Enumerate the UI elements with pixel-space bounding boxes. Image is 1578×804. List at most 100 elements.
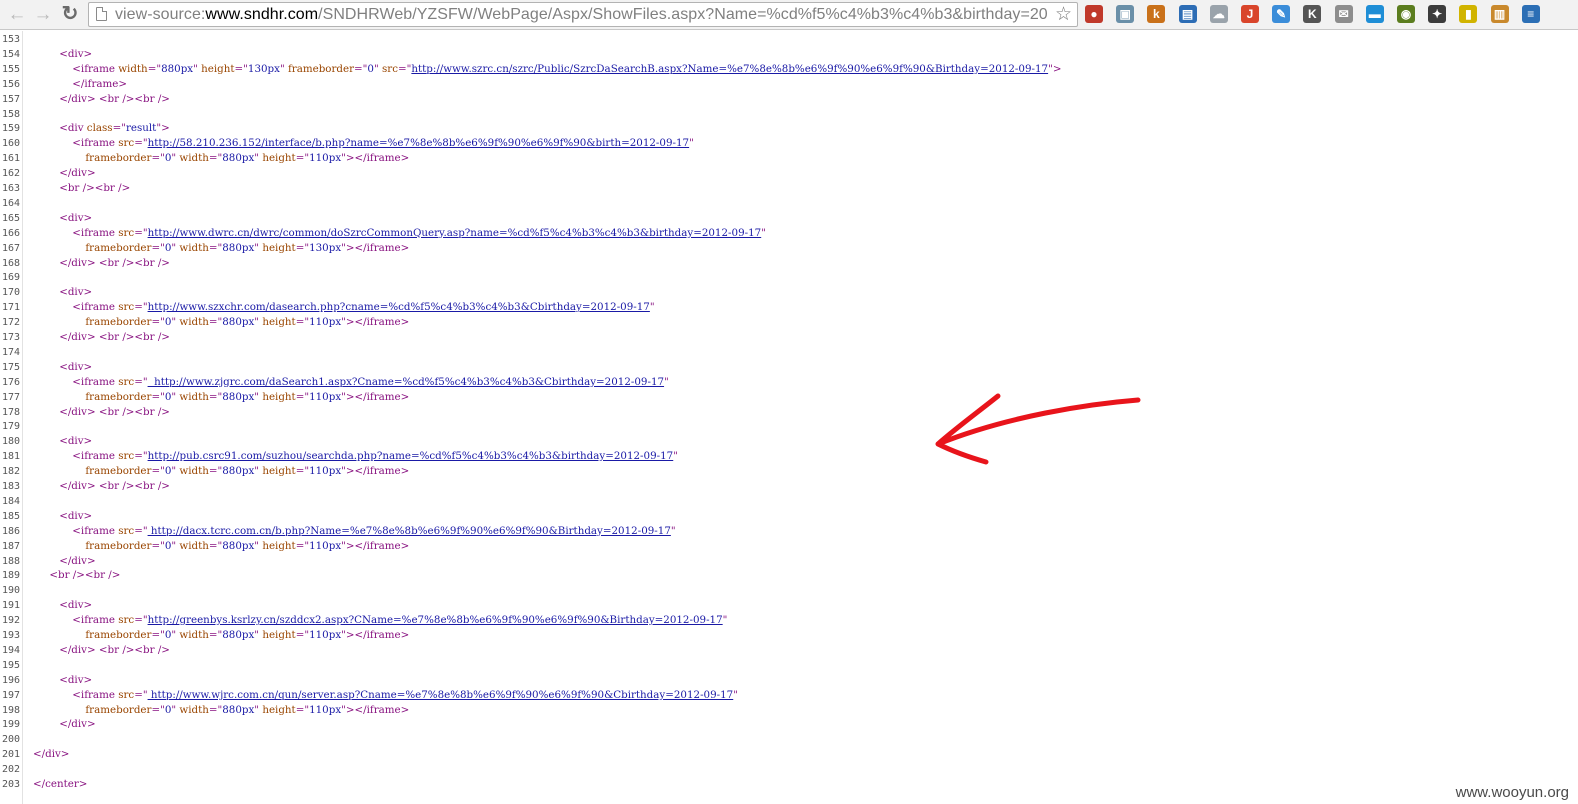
line-code: <iframe src="http://greenbys.ksrlzy.cn/s… bbox=[33, 613, 727, 628]
card-extension-icon[interactable]: ▬ bbox=[1365, 5, 1384, 23]
html-tag-token: </iframe> bbox=[354, 152, 410, 165]
line-code: <div> bbox=[33, 673, 92, 688]
screen-capture-icon[interactable]: ▤ bbox=[1178, 5, 1197, 23]
html-tag-token: "> bbox=[156, 122, 170, 135]
line-code: <div> bbox=[33, 434, 92, 449]
line-number: 200 bbox=[1, 734, 20, 746]
chrome-menu-icon[interactable]: ≡ bbox=[1521, 5, 1540, 23]
forward-button[interactable]: → bbox=[32, 3, 54, 25]
line-number: 178 bbox=[1, 406, 20, 418]
line-code: <div> bbox=[33, 598, 92, 613]
tablet-extension-icon[interactable]: ▣ bbox=[1116, 5, 1135, 23]
usb-extension-icon[interactable]: ▮ bbox=[1459, 5, 1478, 23]
html-tag-token: </iframe> bbox=[354, 539, 410, 552]
evernote-icon[interactable]: ✦ bbox=[1428, 5, 1447, 23]
html-tag-token: " bbox=[279, 62, 288, 75]
line-code: </div> <br /><br /> bbox=[33, 479, 170, 494]
page-icon bbox=[96, 7, 107, 21]
attribute-name-token: height bbox=[262, 316, 296, 329]
attribute-value-token: 880px bbox=[222, 390, 255, 403]
html-tag-token: " bbox=[664, 375, 669, 388]
html-tag-token: =" bbox=[295, 316, 310, 329]
source-link[interactable]: http://greenbys.ksrlzy.cn/szddcx2.aspx?C… bbox=[148, 614, 723, 626]
line-number: 175 bbox=[1, 361, 20, 373]
reload-button[interactable]: ↻ bbox=[59, 3, 81, 25]
source-link[interactable]: http://www.wjrc.com.cn/qun/server.asp?Cn… bbox=[148, 689, 733, 701]
source-link[interactable]: http://www.zjgrc.com/daSearch1.aspx?Cnam… bbox=[148, 376, 664, 388]
attribute-name-token: width bbox=[118, 62, 148, 75]
line-number: 174 bbox=[1, 346, 20, 358]
line-code: <iframe src=" http://www.zjgrc.com/daSea… bbox=[33, 375, 669, 390]
attribute-name-token: width bbox=[179, 465, 209, 478]
attribute-name-token: frameborder bbox=[85, 465, 152, 478]
line-code: <div> bbox=[33, 211, 92, 226]
source-link[interactable]: http://pub.csrc91.com/suzhou/searchda.ph… bbox=[148, 450, 674, 462]
jsonview-icon[interactable]: ☁ bbox=[1209, 5, 1228, 23]
source-link[interactable]: http://www.szxchr.com/dasearch.php?cname… bbox=[148, 301, 650, 313]
line-code: frameborder="0" width="880px" height="11… bbox=[33, 628, 409, 643]
j-extension-icon[interactable]: J bbox=[1241, 5, 1259, 23]
attribute-value-token: 110px bbox=[309, 152, 342, 165]
attribute-value-token: 110px bbox=[309, 390, 342, 403]
html-tag-token: "> bbox=[341, 703, 355, 716]
html-tag-token: =" bbox=[234, 62, 248, 75]
k-extension-icon[interactable]: k bbox=[1147, 5, 1166, 23]
k-dark-extension-icon[interactable]: K bbox=[1303, 5, 1322, 23]
address-url[interactable]: view-source:www.sndhr.com/SNDHRWeb/YZSFW… bbox=[115, 6, 1048, 24]
line-number: 167 bbox=[1, 242, 20, 254]
html-tag-token: =" bbox=[112, 122, 126, 135]
html-tag-token: "> bbox=[341, 316, 355, 329]
line-code: <iframe src="http://58.210.236.152/inter… bbox=[33, 136, 694, 151]
html-tag-token: =" bbox=[134, 450, 148, 463]
attribute-name-token: frameborder bbox=[85, 316, 152, 329]
line-code: </div> bbox=[33, 747, 69, 762]
attribute-value-token: 110px bbox=[309, 465, 342, 478]
line-number: 153 bbox=[1, 34, 20, 45]
attribute-name-token: width bbox=[179, 152, 209, 165]
html-tag-token: "> bbox=[341, 465, 355, 478]
attribute-value-token: 880px bbox=[222, 316, 255, 329]
url-prefix: view-source: bbox=[115, 6, 206, 23]
line-code: <iframe src=" http://dacx.tcrc.com.cn/b.… bbox=[33, 524, 675, 539]
line-number: 158 bbox=[1, 108, 20, 120]
line-number: 162 bbox=[1, 168, 20, 180]
source-link[interactable]: http://www.dwrc.cn/dwrc/common/doSzrcCom… bbox=[148, 227, 762, 239]
html-tag-token: <br /> bbox=[49, 569, 85, 582]
attribute-value-token: result bbox=[125, 122, 157, 135]
html-tag-token: <br /> bbox=[134, 256, 170, 269]
map-pin-icon[interactable]: ● bbox=[1085, 5, 1103, 23]
owl-extension-icon[interactable]: ◉ bbox=[1397, 5, 1415, 23]
attribute-name-token: src bbox=[118, 450, 135, 463]
source-link[interactable]: http://dacx.tcrc.com.cn/b.php?Name=%e7%8… bbox=[148, 525, 671, 537]
line-number: 201 bbox=[1, 749, 20, 761]
source-link[interactable]: http://www.szrc.cn/szrc/Public/SzrcDaSea… bbox=[411, 63, 1048, 75]
bookmark-star-icon[interactable]: ☆ bbox=[1055, 3, 1072, 26]
attribute-name-token: frameborder bbox=[85, 152, 152, 165]
back-button[interactable]: ← bbox=[6, 3, 28, 25]
html-tag-token: </iframe> bbox=[354, 629, 410, 641]
mail-checker-icon[interactable]: ✉ bbox=[1334, 5, 1353, 23]
html-tag-token: <div> bbox=[59, 47, 93, 60]
pen-extension-icon[interactable]: ✎ bbox=[1272, 5, 1291, 23]
html-tag-token: =" bbox=[151, 390, 165, 403]
html-tag-token: <br /> bbox=[59, 182, 95, 194]
line-number: 161 bbox=[1, 153, 20, 165]
gift-extension-icon[interactable]: ▥ bbox=[1490, 5, 1509, 23]
html-tag-token: "> bbox=[341, 390, 355, 403]
html-tag-token: "> bbox=[1048, 62, 1062, 75]
line-number: 166 bbox=[1, 227, 20, 239]
address-bar[interactable]: view-source:www.sndhr.com/SNDHRWeb/YZSFW… bbox=[88, 2, 1078, 27]
html-tag-token: =" bbox=[208, 152, 223, 165]
line-number: 194 bbox=[1, 644, 20, 656]
source-link[interactable]: http://58.210.236.152/interface/b.php?na… bbox=[148, 137, 690, 149]
line-number: 169 bbox=[1, 272, 20, 284]
